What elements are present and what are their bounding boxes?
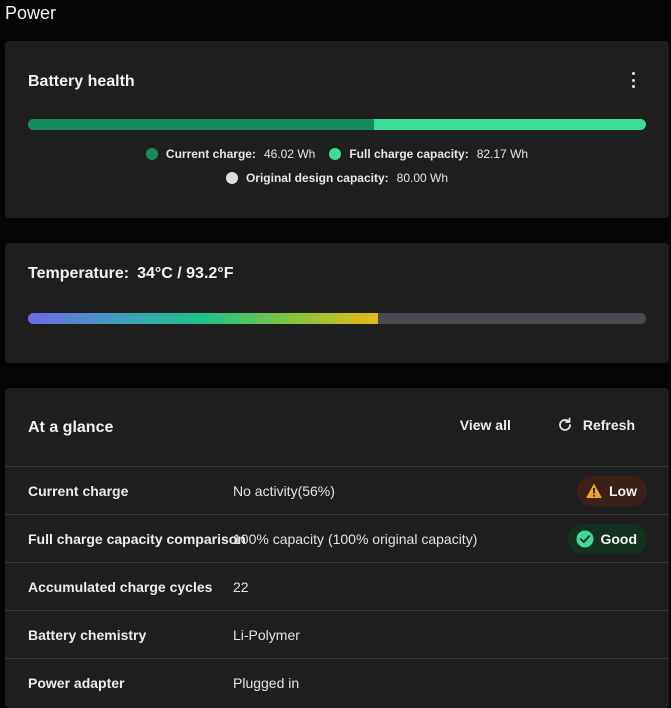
battery-capacity-bar: [28, 119, 646, 130]
check-circle-icon: [576, 530, 594, 548]
temperature-bar: [28, 313, 646, 324]
legend-label: Original design capacity:: [245, 171, 389, 185]
row-label: Full charge capacity comparison: [28, 530, 246, 547]
row-label: Accumulated charge cycles: [28, 578, 213, 595]
at-a-glance-card: At a glance View all Refresh Current cha…: [5, 388, 669, 708]
row-label: Current charge: [28, 482, 129, 499]
row-value: 22: [233, 578, 249, 595]
status-badge-low: Low: [577, 476, 647, 506]
full-charge-capacity-dot-icon: [329, 148, 342, 160]
table-row: Accumulated charge cycles 22: [5, 562, 669, 610]
temperature-value: 34°C / 93.2°F: [137, 265, 234, 282]
status-badge-good: Good: [568, 524, 647, 554]
row-value: No activity(56%): [233, 482, 335, 499]
glance-table: Current charge No activity(56%) Low Full…: [5, 466, 669, 706]
current-charge-segment: [28, 119, 375, 130]
original-design-capacity-dot-icon: [225, 172, 238, 184]
table-row: Battery chemistry Li-Polymer: [5, 610, 669, 658]
temperature-heading: Temperature: 34°C / 93.2°F: [28, 265, 233, 283]
legend-original-design-capacity: Original design capacity: 80.00 Wh: [225, 171, 449, 185]
row-value: Li-Polymer: [233, 626, 300, 643]
more-options-icon[interactable]: [629, 72, 637, 88]
battery-health-card: Battery health Current charge: 46.02 Wh …: [5, 41, 669, 218]
legend-full-charge-capacity: Full charge capacity: 82.17 Wh: [329, 147, 528, 161]
view-all-button[interactable]: View all: [460, 417, 511, 433]
battery-legend-row-1: Current charge: 46.02 Wh Full charge cap…: [5, 147, 669, 161]
legend-value: 80.00 Wh: [396, 171, 449, 185]
refresh-icon: [559, 417, 571, 431]
legend-label: Current charge:: [165, 147, 256, 161]
refresh-button[interactable]: Refresh: [557, 417, 635, 433]
table-row: Current charge No activity(56%) Low: [5, 466, 669, 514]
badge-text: Low: [609, 483, 637, 499]
at-a-glance-title: At a glance: [28, 419, 114, 436]
legend-value: 82.17 Wh: [476, 147, 529, 161]
row-label: Power adapter: [28, 674, 125, 691]
table-row: Full charge capacity comparison 100% cap…: [5, 514, 669, 562]
row-value: 100% capacity (100% original capacity): [233, 530, 478, 547]
legend-value: 46.02 Wh: [263, 147, 316, 161]
glance-actions: View all Refresh: [460, 417, 635, 433]
warning-icon: [586, 483, 602, 498]
row-label: Battery chemistry: [28, 626, 147, 643]
legend-current-charge: Current charge: 46.02 Wh: [145, 147, 316, 161]
page-title: Power: [5, 3, 57, 23]
battery-health-title: Battery health: [28, 73, 135, 90]
temperature-label: Temperature:: [28, 265, 130, 282]
current-charge-dot-icon: [145, 148, 158, 160]
temperature-card: Temperature: 34°C / 93.2°F: [5, 243, 669, 363]
temperature-bar-fill: [28, 313, 378, 324]
battery-legend-row-2: Original design capacity: 80.00 Wh: [5, 171, 669, 185]
legend-label: Full charge capacity:: [349, 147, 469, 161]
refresh-label: Refresh: [582, 417, 635, 433]
badge-text: Good: [600, 531, 637, 547]
row-value: Plugged in: [233, 674, 300, 691]
